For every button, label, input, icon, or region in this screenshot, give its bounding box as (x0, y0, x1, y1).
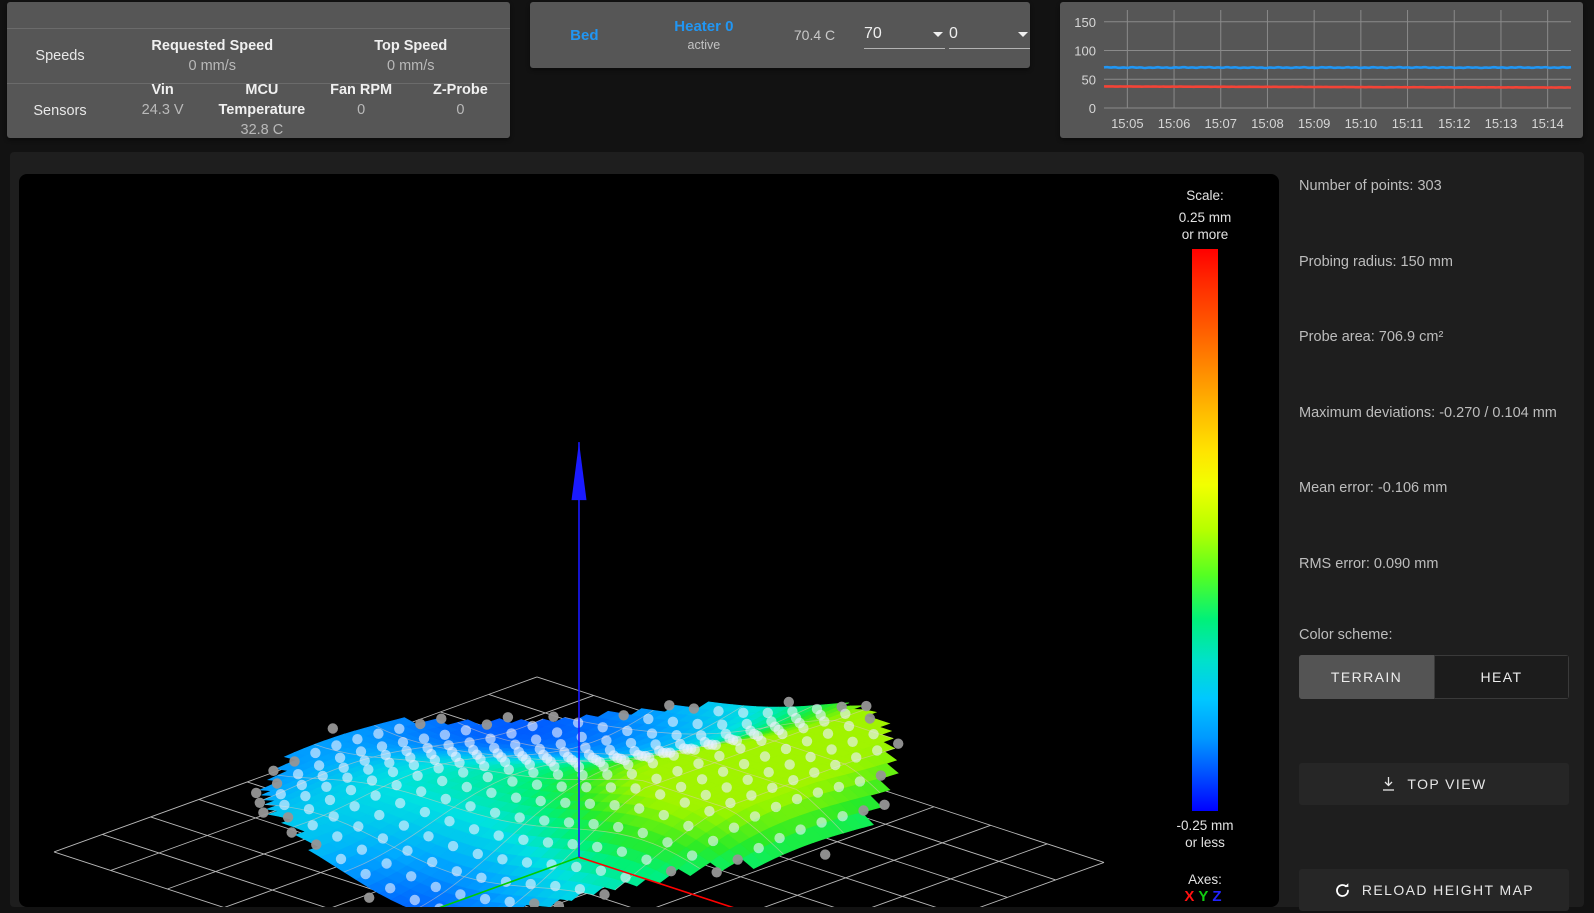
temperature-chart-panel: 150 100 50 0 15:05 15:06 15:07 15:08 15:09 15:10 1… (1060, 2, 1583, 138)
status-cell-header: MCU Temperature (218, 82, 306, 118)
active-temperature-value: 70 (863, 25, 882, 42)
status-cell-z-probe: Z-Probe 0 (411, 80, 510, 138)
scale-gradient-bar (1192, 249, 1218, 811)
color-scheme-toggle: TERRAIN HEAT (1299, 655, 1569, 699)
svg-text:15:10: 15:10 (1345, 116, 1378, 131)
status-cell-header: Z-Probe (432, 82, 488, 98)
status-row-label-speeds: Speeds (35, 48, 85, 64)
scale-legend-title: Scale: (1186, 188, 1224, 203)
status-cell-header: Requested Speed (151, 37, 274, 54)
standby-temperature-value: 0 (948, 25, 958, 42)
axes-legend: Axes: XYZ (1150, 871, 1260, 905)
status-cell-header: Fan RPM (330, 82, 393, 98)
axes-legend-letters: XYZ (1150, 888, 1260, 905)
svg-text:15:11: 15:11 (1392, 116, 1424, 131)
svg-text:15:09: 15:09 (1298, 116, 1331, 131)
scale-min-sublabel: or less (1185, 835, 1225, 850)
status-cell-value: 32.8 C (240, 122, 284, 138)
heater-name-link[interactable]: Heater 0 (639, 17, 769, 37)
heater-current-temperature: 70.4 C (793, 27, 836, 43)
height-map-scene[interactable] (19, 174, 1279, 907)
svg-text:0: 0 (1089, 101, 1096, 116)
svg-text:50: 50 (1082, 72, 1096, 87)
axes-legend-title: Axes: (1188, 872, 1222, 887)
status-row-sensors: Sensors Vin 24.3 V MCU Temperature 32.8 … (7, 80, 510, 138)
svg-text:150: 150 (1074, 15, 1096, 30)
top-view-button-label: TOP VIEW (1407, 776, 1487, 792)
chevron-down-icon (932, 32, 943, 37)
svg-text:15:05: 15:05 (1111, 116, 1144, 131)
stat-maximum-deviations: Maximum deviations: -0.270 / 0.104 mm (1299, 404, 1557, 421)
color-scheme-label: Color scheme: (1299, 627, 1393, 643)
status-cell-header: Top Speed (374, 37, 448, 54)
svg-text:15:06: 15:06 (1158, 116, 1191, 131)
axis-y-label: Y (1198, 888, 1213, 905)
status-cells-speeds: Requested Speed 0 mm/s Top Speed 0 mm/s (113, 36, 510, 77)
axis-x-label: X (1184, 888, 1199, 905)
height-map-info-column: Number of points: 303 Probing radius: 15… (1299, 174, 1569, 911)
status-cell-mcu-temperature: MCU Temperature 32.8 C (212, 80, 311, 138)
chevron-down-icon (1018, 32, 1028, 37)
status-cells-sensors: Vin 24.3 V MCU Temperature 32.8 C Fan RP… (113, 80, 510, 138)
status-cell-value: 0 mm/s (386, 57, 435, 74)
scale-max-sublabel: or more (1181, 227, 1229, 242)
reload-height-map-button-label: RELOAD HEIGHT MAP (1361, 882, 1535, 898)
status-panel-header-strip (7, 2, 510, 29)
height-map-card: Scale: 0.25 mm or more -0.25 mm or less … (10, 152, 1584, 911)
status-cell-top-speed: Top Speed 0 mm/s (312, 36, 511, 77)
axis-z-label: Z (1212, 888, 1226, 905)
stat-rms-error: RMS error: 0.090 mm (1299, 555, 1439, 572)
stat-probing-radius: Probing radius: 150 mm (1299, 253, 1453, 270)
status-cell-value: 24.3 V (141, 102, 184, 118)
heater-control-panel: Bed Heater 0 active 70.4 C 70 0 (530, 2, 1030, 68)
height-map-3d-viewport[interactable]: Scale: 0.25 mm or more -0.25 mm or less … (19, 174, 1279, 907)
heater-identity: Heater 0 active (639, 17, 769, 54)
download-icon (1381, 776, 1396, 792)
status-cell-fan-rpm: Fan RPM 0 (312, 80, 411, 138)
refresh-icon (1334, 882, 1351, 899)
top-status-row: Speeds Requested Speed 0 mm/s Top Speed … (0, 0, 1594, 145)
svg-text:15:07: 15:07 (1204, 116, 1237, 131)
stat-mean-error: Mean error: -0.106 mm (1299, 480, 1448, 496)
svg-text:15:08: 15:08 (1251, 116, 1284, 131)
color-scheme-terrain-button[interactable]: TERRAIN (1299, 655, 1434, 699)
heater-tool-name[interactable]: Bed (530, 27, 639, 44)
standby-temperature-select[interactable]: 0 (948, 21, 1030, 49)
heater-state-label: active (687, 37, 721, 52)
status-cell-value: 0 (456, 102, 465, 118)
top-view-button[interactable]: TOP VIEW (1299, 763, 1569, 805)
svg-text:100: 100 (1074, 44, 1096, 59)
temperature-chart: 150 100 50 0 15:05 15:06 15:07 15:08 15:09 15:10 1… (1074, 10, 1572, 131)
active-temperature-select[interactable]: 70 (863, 21, 945, 49)
svg-text:15:12: 15:12 (1438, 116, 1471, 131)
color-scheme-heat-button[interactable]: HEAT (1434, 655, 1569, 699)
stat-probe-area: Probe area: 706.9 cm² (1299, 329, 1444, 345)
scale-legend: Scale: 0.25 mm or more -0.25 mm or less … (1150, 187, 1260, 905)
status-cell-vin: Vin 24.3 V (113, 80, 212, 138)
scale-max-label: 0.25 mm (1178, 210, 1232, 225)
status-cell-value: 0 (357, 102, 366, 118)
status-row-speeds: Speeds Requested Speed 0 mm/s Top Speed … (7, 29, 510, 83)
scale-min-label: -0.25 mm (1176, 818, 1234, 833)
svg-text:15:14: 15:14 (1531, 116, 1564, 131)
stat-number-of-points: Number of points: 303 (1299, 178, 1442, 194)
status-cell-requested-speed: Requested Speed 0 mm/s (113, 36, 312, 77)
status-cell-value: 0 mm/s (188, 57, 237, 74)
status-row-label-sensors: Sensors (33, 102, 87, 119)
reload-height-map-button[interactable]: RELOAD HEIGHT MAP (1299, 869, 1569, 911)
svg-text:15:13: 15:13 (1485, 116, 1518, 131)
status-cell-header: Vin (151, 82, 174, 98)
machine-status-panel: Speeds Requested Speed 0 mm/s Top Speed … (7, 2, 510, 138)
